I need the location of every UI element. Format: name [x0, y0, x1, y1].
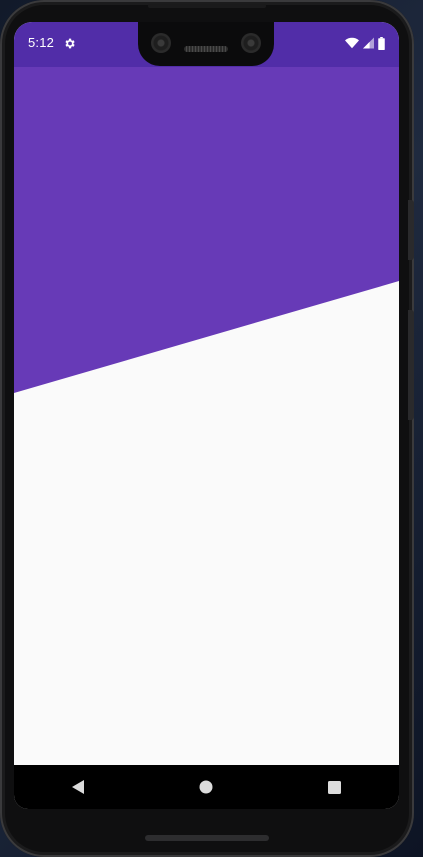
triangle-left-icon — [72, 780, 85, 794]
back-button[interactable] — [48, 765, 108, 809]
front-sensor-icon — [241, 33, 261, 53]
speaker-grille — [184, 46, 228, 52]
gear-icon — [65, 38, 75, 49]
status-time: 5:12 — [28, 35, 55, 50]
diagonal-header-canvas — [14, 67, 399, 765]
navigation-bar — [14, 765, 399, 809]
signal-icon — [363, 37, 374, 49]
recents-button[interactable] — [305, 765, 365, 809]
device-frame-background: 5:12 — [0, 0, 423, 857]
wifi-icon — [345, 37, 359, 49]
status-icons — [345, 36, 385, 50]
volume-button — [408, 310, 414, 420]
square-icon — [328, 780, 342, 794]
battery-icon — [378, 36, 385, 50]
home-button[interactable] — [176, 765, 236, 809]
camera-notch — [138, 22, 274, 66]
device-screen: 5:12 — [14, 22, 399, 809]
power-button — [408, 200, 414, 260]
phone-body: 5:12 — [0, 0, 414, 857]
front-camera-icon — [151, 33, 171, 53]
app-content — [14, 67, 399, 765]
circle-icon — [199, 780, 213, 794]
earpiece-grille — [148, 4, 266, 8]
bottom-chin-grille — [145, 835, 269, 841]
status-bar: 5:12 — [14, 22, 399, 67]
